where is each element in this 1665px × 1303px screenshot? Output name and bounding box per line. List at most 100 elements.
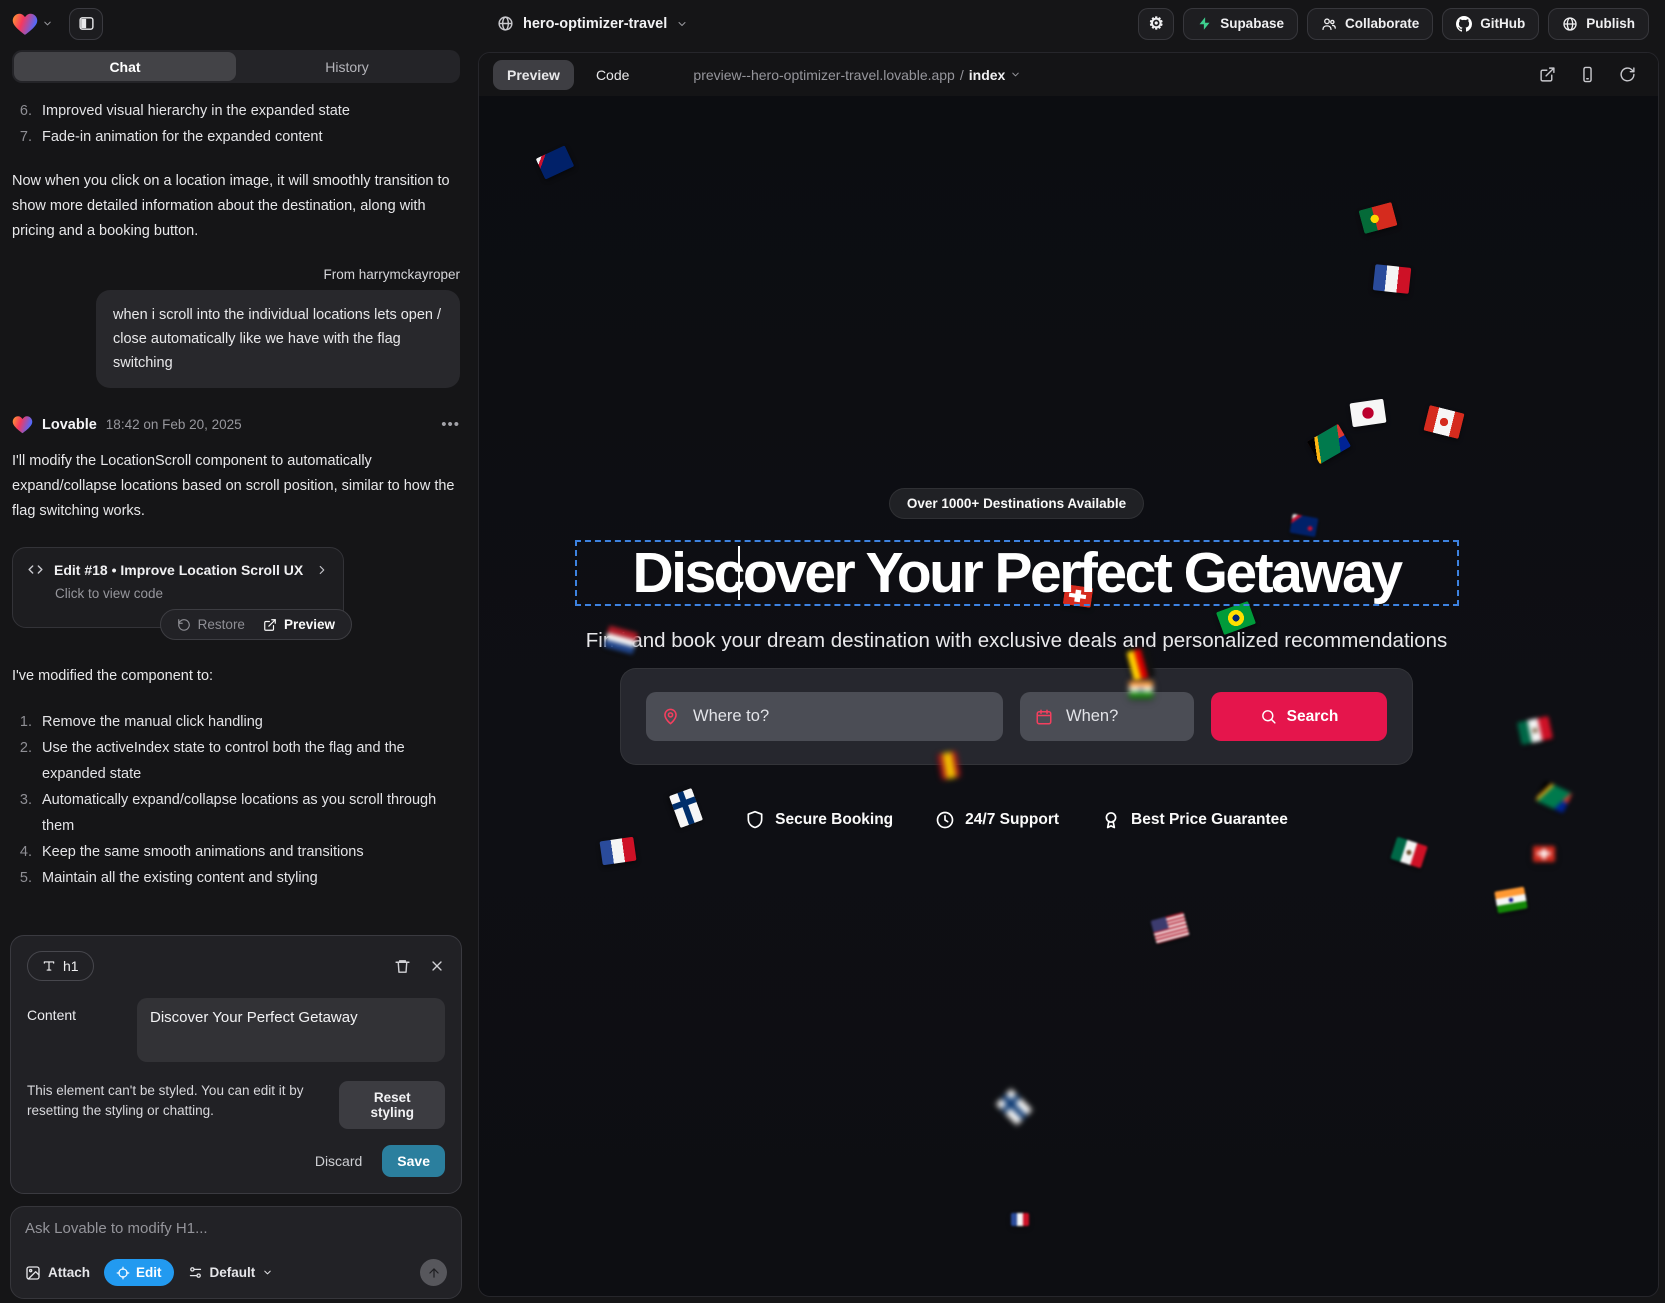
tab-chat[interactable]: Chat [14,52,236,81]
open-in-new-tab-button[interactable] [1539,66,1556,83]
chevron-right-icon [315,563,329,577]
site-preview: Over 1000+ Destinations Available Discov… [479,96,1658,1296]
assistant-paragraph: Now when you click on a location image, … [12,169,460,244]
assistant-message-header: Lovable 18:42 on Feb 20, 2025 ••• [12,415,460,434]
sliders-icon [188,1265,203,1280]
tab-preview[interactable]: Preview [493,60,574,90]
destinations-badge: Over 1000+ Destinations Available [889,488,1144,519]
feature-support: 24/7 Support [935,810,1059,830]
list-item: 4. Keep the same smooth animations and t… [12,839,460,865]
flag-finland [996,1089,1033,1126]
h1-selection-box[interactable]: Discover Your Perfect Getaway [575,540,1459,606]
rotate-ccw-icon [177,618,191,632]
arrow-up-icon [427,1266,441,1280]
send-button[interactable] [420,1259,447,1286]
chevron-down-icon [1010,69,1021,80]
map-pin-icon [661,707,680,726]
settings-button[interactable]: ⚙ [1138,8,1174,40]
search-button[interactable]: Search [1211,692,1387,741]
site-subtitle: Find and book your dream destination wit… [586,629,1448,653]
flag-india [1494,887,1527,914]
collaborate-button[interactable]: Collaborate [1307,8,1433,40]
restore-button[interactable]: Restore [177,617,245,632]
lovable-heart-icon [12,12,38,36]
default-mode-selector[interactable]: Default [188,1265,274,1280]
chevron-down-icon [262,1267,273,1278]
when-input-wrap[interactable] [1020,692,1194,741]
code-icon [27,561,44,578]
people-icon [1321,16,1337,32]
list-item: 3. Automatically expand/collapse locatio… [12,787,460,839]
project-name: hero-optimizer-travel [523,16,667,32]
edit-card-title: Edit #18 • Improve Location Scroll UX [54,562,303,578]
discard-button[interactable]: Discard [315,1153,362,1169]
where-input[interactable] [693,707,988,726]
sidebar-toggle-button[interactable] [69,8,103,40]
image-icon [25,1265,41,1281]
supabase-bolt-icon [1197,16,1212,31]
feature-secure-booking: Secure Booking [745,810,893,830]
message-menu-button[interactable]: ••• [441,416,460,433]
when-input[interactable] [1066,707,1179,726]
flag-mexico [1517,716,1553,745]
assistant-name: Lovable [42,417,97,433]
chat-history-tabs: Chat History [12,50,460,83]
reset-styling-button[interactable]: Reset styling [339,1081,445,1129]
message-timestamp: 18:42 on Feb 20, 2025 [106,417,242,432]
assistant-list-top: 6. Improved visual hierarchy in the expa… [12,98,460,150]
content-field-label: Content [27,998,123,1062]
chevron-down-icon [676,18,688,30]
flag-switzerland [1533,846,1555,862]
supabase-button[interactable]: Supabase [1183,8,1298,40]
project-switcher[interactable]: hero-optimizer-travel [497,0,688,47]
hero-section: Over 1000+ Destinations Available Discov… [575,488,1459,830]
site-title[interactable]: Discover Your Perfect Getaway [632,540,1400,606]
calendar-icon [1035,708,1053,726]
list-item: 5. Maintain all the existing content and… [12,865,460,891]
tab-code[interactable]: Code [582,60,643,90]
flag-france [1011,1213,1029,1226]
flag-india [1129,681,1153,698]
chat-input[interactable] [25,1220,447,1254]
github-button[interactable]: GitHub [1442,8,1539,40]
crosshair-icon [116,1266,130,1280]
flag-france [1373,264,1412,294]
globe-icon [497,15,514,32]
close-panel-button[interactable] [429,958,445,974]
flag-france [599,837,636,865]
mobile-view-button[interactable] [1579,66,1596,83]
lovable-logo-menu[interactable] [12,12,53,36]
globe-icon [1562,16,1578,32]
type-icon [42,959,56,973]
save-button[interactable]: Save [382,1145,445,1177]
refresh-button[interactable] [1619,66,1636,83]
styling-note: This element can't be styled. You can ed… [27,1081,339,1121]
shield-icon [745,810,765,830]
feature-row: Secure Booking 24/7 Support Best Price G… [745,810,1288,830]
edit-mode-pill[interactable]: Edit [104,1259,174,1286]
tab-history[interactable]: History [236,52,458,81]
github-icon [1456,16,1472,32]
preview-shell: Preview Code preview--hero-optimizer-tra… [478,52,1659,1297]
clock-icon [935,810,955,830]
preview-version-button[interactable]: Preview [263,617,335,632]
preview-url[interactable]: preview--hero-optimizer-travel.lovable.a… [693,67,1021,83]
message-author-label: From harrymckayroper [12,267,460,282]
element-tag-pill[interactable]: h1 [27,951,94,981]
publish-button[interactable]: Publish [1548,8,1649,40]
content-textarea[interactable]: Discover Your Perfect Getaway [137,998,445,1062]
edit-version-card[interactable]: Edit #18 • Improve Location Scroll UX Cl… [12,547,344,628]
preview-toolbar: Preview Code preview--hero-optimizer-tra… [479,53,1658,96]
smartphone-icon [1579,66,1596,83]
chat-panel: Chat History 6. Improved visual hierarch… [0,47,472,1303]
delete-element-button[interactable] [394,958,411,975]
assistant-steps-list: 1. Remove the manual click handling 2. U… [12,709,460,891]
search-icon [1260,708,1277,725]
panel-left-icon [78,15,95,32]
flag-portugal [1358,202,1397,234]
attach-button[interactable]: Attach [25,1265,90,1281]
restore-preview-pill: Restore Preview [160,609,352,640]
external-link-icon [1539,66,1556,83]
chat-scroll-area[interactable]: Chat History 6. Improved visual hierarch… [0,47,472,935]
where-input-wrap[interactable] [646,692,1003,741]
